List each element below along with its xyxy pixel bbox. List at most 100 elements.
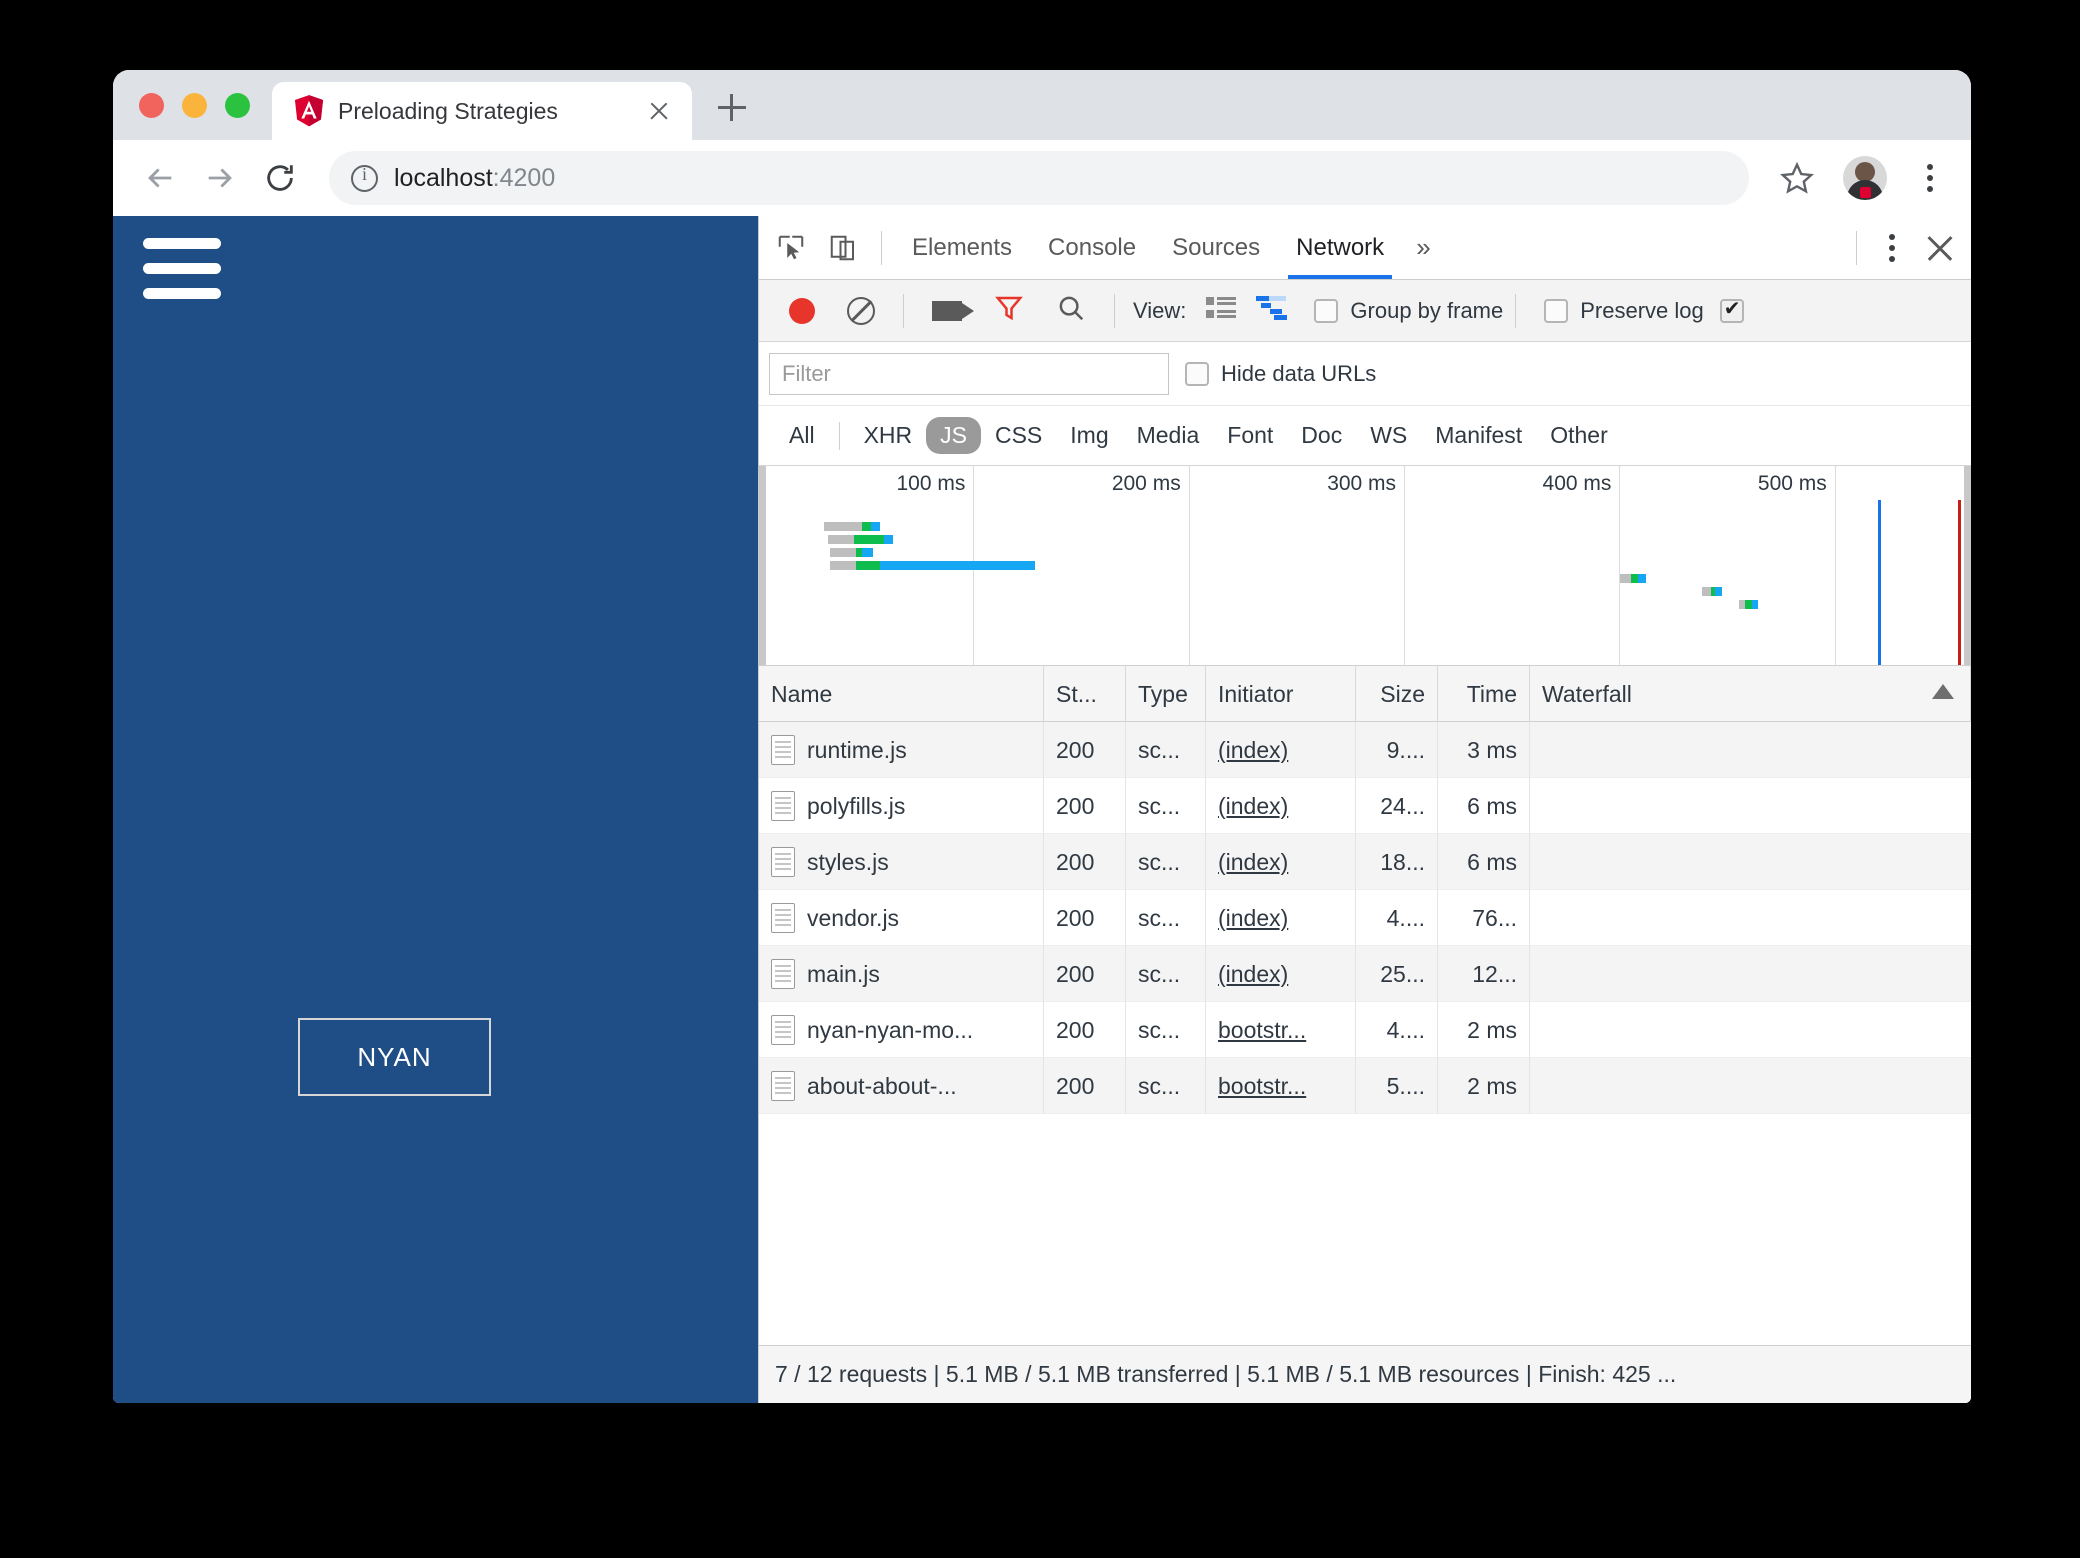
filter-type-manifest[interactable]: Manifest [1421, 417, 1536, 454]
camera-icon[interactable] [932, 300, 974, 321]
table-row[interactable]: runtime.js 200 sc... (index) 9.... 3 ms [759, 721, 1971, 778]
inspect-element-button[interactable] [765, 222, 817, 274]
overview-right-handle[interactable] [1964, 466, 1971, 665]
bookmark-button[interactable] [1771, 152, 1823, 204]
filter-type-other[interactable]: Other [1536, 417, 1622, 454]
sort-ascending-icon [1932, 683, 1954, 699]
overview-request-bar [862, 548, 874, 557]
column-header-time[interactable]: Time [1438, 665, 1530, 722]
divider [838, 421, 840, 450]
cell-size: 25... [1356, 945, 1438, 1002]
preserve-log-checkbox[interactable] [1544, 298, 1569, 323]
tab-sources[interactable]: Sources [1154, 217, 1278, 279]
close-window-button[interactable] [139, 93, 164, 118]
maximize-window-button[interactable] [225, 93, 250, 118]
close-tab-button[interactable] [644, 96, 674, 126]
group-by-frame-checkbox[interactable] [1314, 298, 1339, 323]
column-header-waterfall-label: Waterfall [1542, 680, 1632, 707]
waterfall-view-icon[interactable] [1256, 295, 1288, 327]
overview-request-bar [1751, 600, 1759, 609]
column-header-waterfall[interactable]: Waterfall [1530, 665, 1971, 722]
hamburger-menu-icon[interactable] [143, 238, 221, 313]
overview-request-bar [823, 522, 863, 531]
table-empty-area [759, 1114, 1971, 1345]
table-row[interactable]: main.js 200 sc... (index) 25... 12... [759, 945, 1971, 1002]
cell-name: styles.js [759, 833, 1044, 890]
table-row[interactable]: styles.js 200 sc... (index) 18... 6 ms [759, 833, 1971, 890]
magnifier-icon[interactable] [1056, 293, 1086, 329]
name-with-icon: vendor.js [771, 890, 1031, 946]
request-name: runtime.js [807, 736, 907, 763]
reload-button[interactable] [253, 151, 307, 205]
initiator-link[interactable]: (index) [1218, 905, 1288, 931]
list-view-icon[interactable] [1206, 295, 1237, 327]
tab-network[interactable]: Network [1278, 217, 1402, 279]
filter-type-ws[interactable]: WS [1356, 417, 1421, 454]
table-row[interactable]: vendor.js 200 sc... (index) 4.... 76... [759, 889, 1971, 946]
cell-time: 6 ms [1438, 833, 1530, 890]
divider [881, 230, 882, 265]
filter-type-all[interactable]: All [775, 417, 829, 454]
name-with-icon: about-about-... [771, 1058, 1031, 1114]
initiator-link[interactable]: (index) [1218, 961, 1288, 987]
nyan-button[interactable]: NYAN [298, 1018, 491, 1096]
device-toolbar-button[interactable] [817, 222, 869, 274]
disable-cache-checkbox[interactable] [1719, 296, 1744, 323]
reload-icon [267, 165, 293, 191]
filter-type-doc[interactable]: Doc [1287, 417, 1356, 454]
overview-left-handle[interactable] [759, 466, 766, 665]
table-row[interactable]: polyfills.js 200 sc... (index) 24... 6 ms [759, 777, 1971, 834]
cell-initiator: bootstr... [1206, 1001, 1356, 1058]
load-event-line [1957, 500, 1961, 665]
initiator-link[interactable]: (index) [1218, 737, 1288, 763]
initiator-link[interactable]: (index) [1218, 849, 1288, 875]
funnel-icon[interactable] [994, 293, 1024, 329]
initiator-link[interactable]: bootstr... [1218, 1073, 1306, 1099]
hide-data-urls-checkbox[interactable] [1185, 361, 1209, 386]
browser-tab[interactable]: Preloading Strategies [272, 82, 692, 140]
forward-button[interactable] [193, 151, 247, 205]
address-bar[interactable]: localhost:4200 [329, 151, 1749, 205]
profile-avatar[interactable] [1843, 156, 1887, 200]
more-tabs-button[interactable]: » [1402, 232, 1444, 263]
column-header-name[interactable]: Name [759, 665, 1044, 722]
column-header-size[interactable]: Size [1356, 665, 1438, 722]
column-header-initiator[interactable]: Initiator [1206, 665, 1356, 722]
app-content: NYAN [113, 216, 758, 1403]
network-overview-timeline[interactable]: 100 ms 200 ms 300 ms 400 ms 500 ms [759, 466, 1971, 666]
network-filter-bar: Hide data URLs [759, 342, 1971, 406]
browser-menu-button[interactable] [1907, 152, 1953, 204]
table-row[interactable]: nyan-nyan-mo... 200 sc... bootstr... 4.... 2 … [759, 1001, 1971, 1058]
filter-type-media[interactable]: Media [1123, 417, 1214, 454]
filter-type-img[interactable]: Img [1056, 417, 1122, 454]
minimize-window-button[interactable] [182, 93, 207, 118]
cell-type: sc... [1126, 1001, 1206, 1058]
devtools-settings-button[interactable] [1869, 222, 1915, 274]
initiator-link[interactable]: (index) [1218, 793, 1288, 819]
network-requests-table: Name St... Type Initiator Size Time Wate… [759, 665, 1971, 1345]
back-button[interactable] [133, 151, 187, 205]
script-file-icon [771, 790, 795, 821]
initiator-link[interactable]: bootstr... [1218, 1017, 1306, 1043]
column-header-status[interactable]: St... [1044, 665, 1126, 722]
tab-console[interactable]: Console [1030, 217, 1154, 279]
record-button[interactable] [789, 297, 815, 324]
filter-input[interactable] [769, 352, 1169, 395]
divider [1515, 293, 1517, 328]
inspect-element-icon [778, 235, 804, 259]
close-devtools-button[interactable] [1915, 223, 1965, 273]
script-file-icon [771, 902, 795, 933]
clear-icon[interactable] [847, 296, 875, 325]
filter-type-xhr[interactable]: XHR [850, 417, 927, 454]
funnel-glyph [995, 296, 1023, 320]
site-info-icon[interactable] [351, 164, 378, 192]
new-tab-button[interactable] [704, 80, 760, 136]
column-header-type[interactable]: Type [1126, 665, 1206, 722]
cell-initiator: (index) [1206, 721, 1356, 778]
filter-type-js[interactable]: JS [926, 417, 981, 454]
filter-type-css[interactable]: CSS [981, 417, 1056, 454]
tab-elements[interactable]: Elements [894, 217, 1030, 279]
filter-type-font[interactable]: Font [1213, 417, 1287, 454]
table-row[interactable]: about-about-... 200 sc... bootstr... 5.... 2 … [759, 1057, 1971, 1114]
tab-strip: Preloading Strategies [113, 70, 1971, 140]
